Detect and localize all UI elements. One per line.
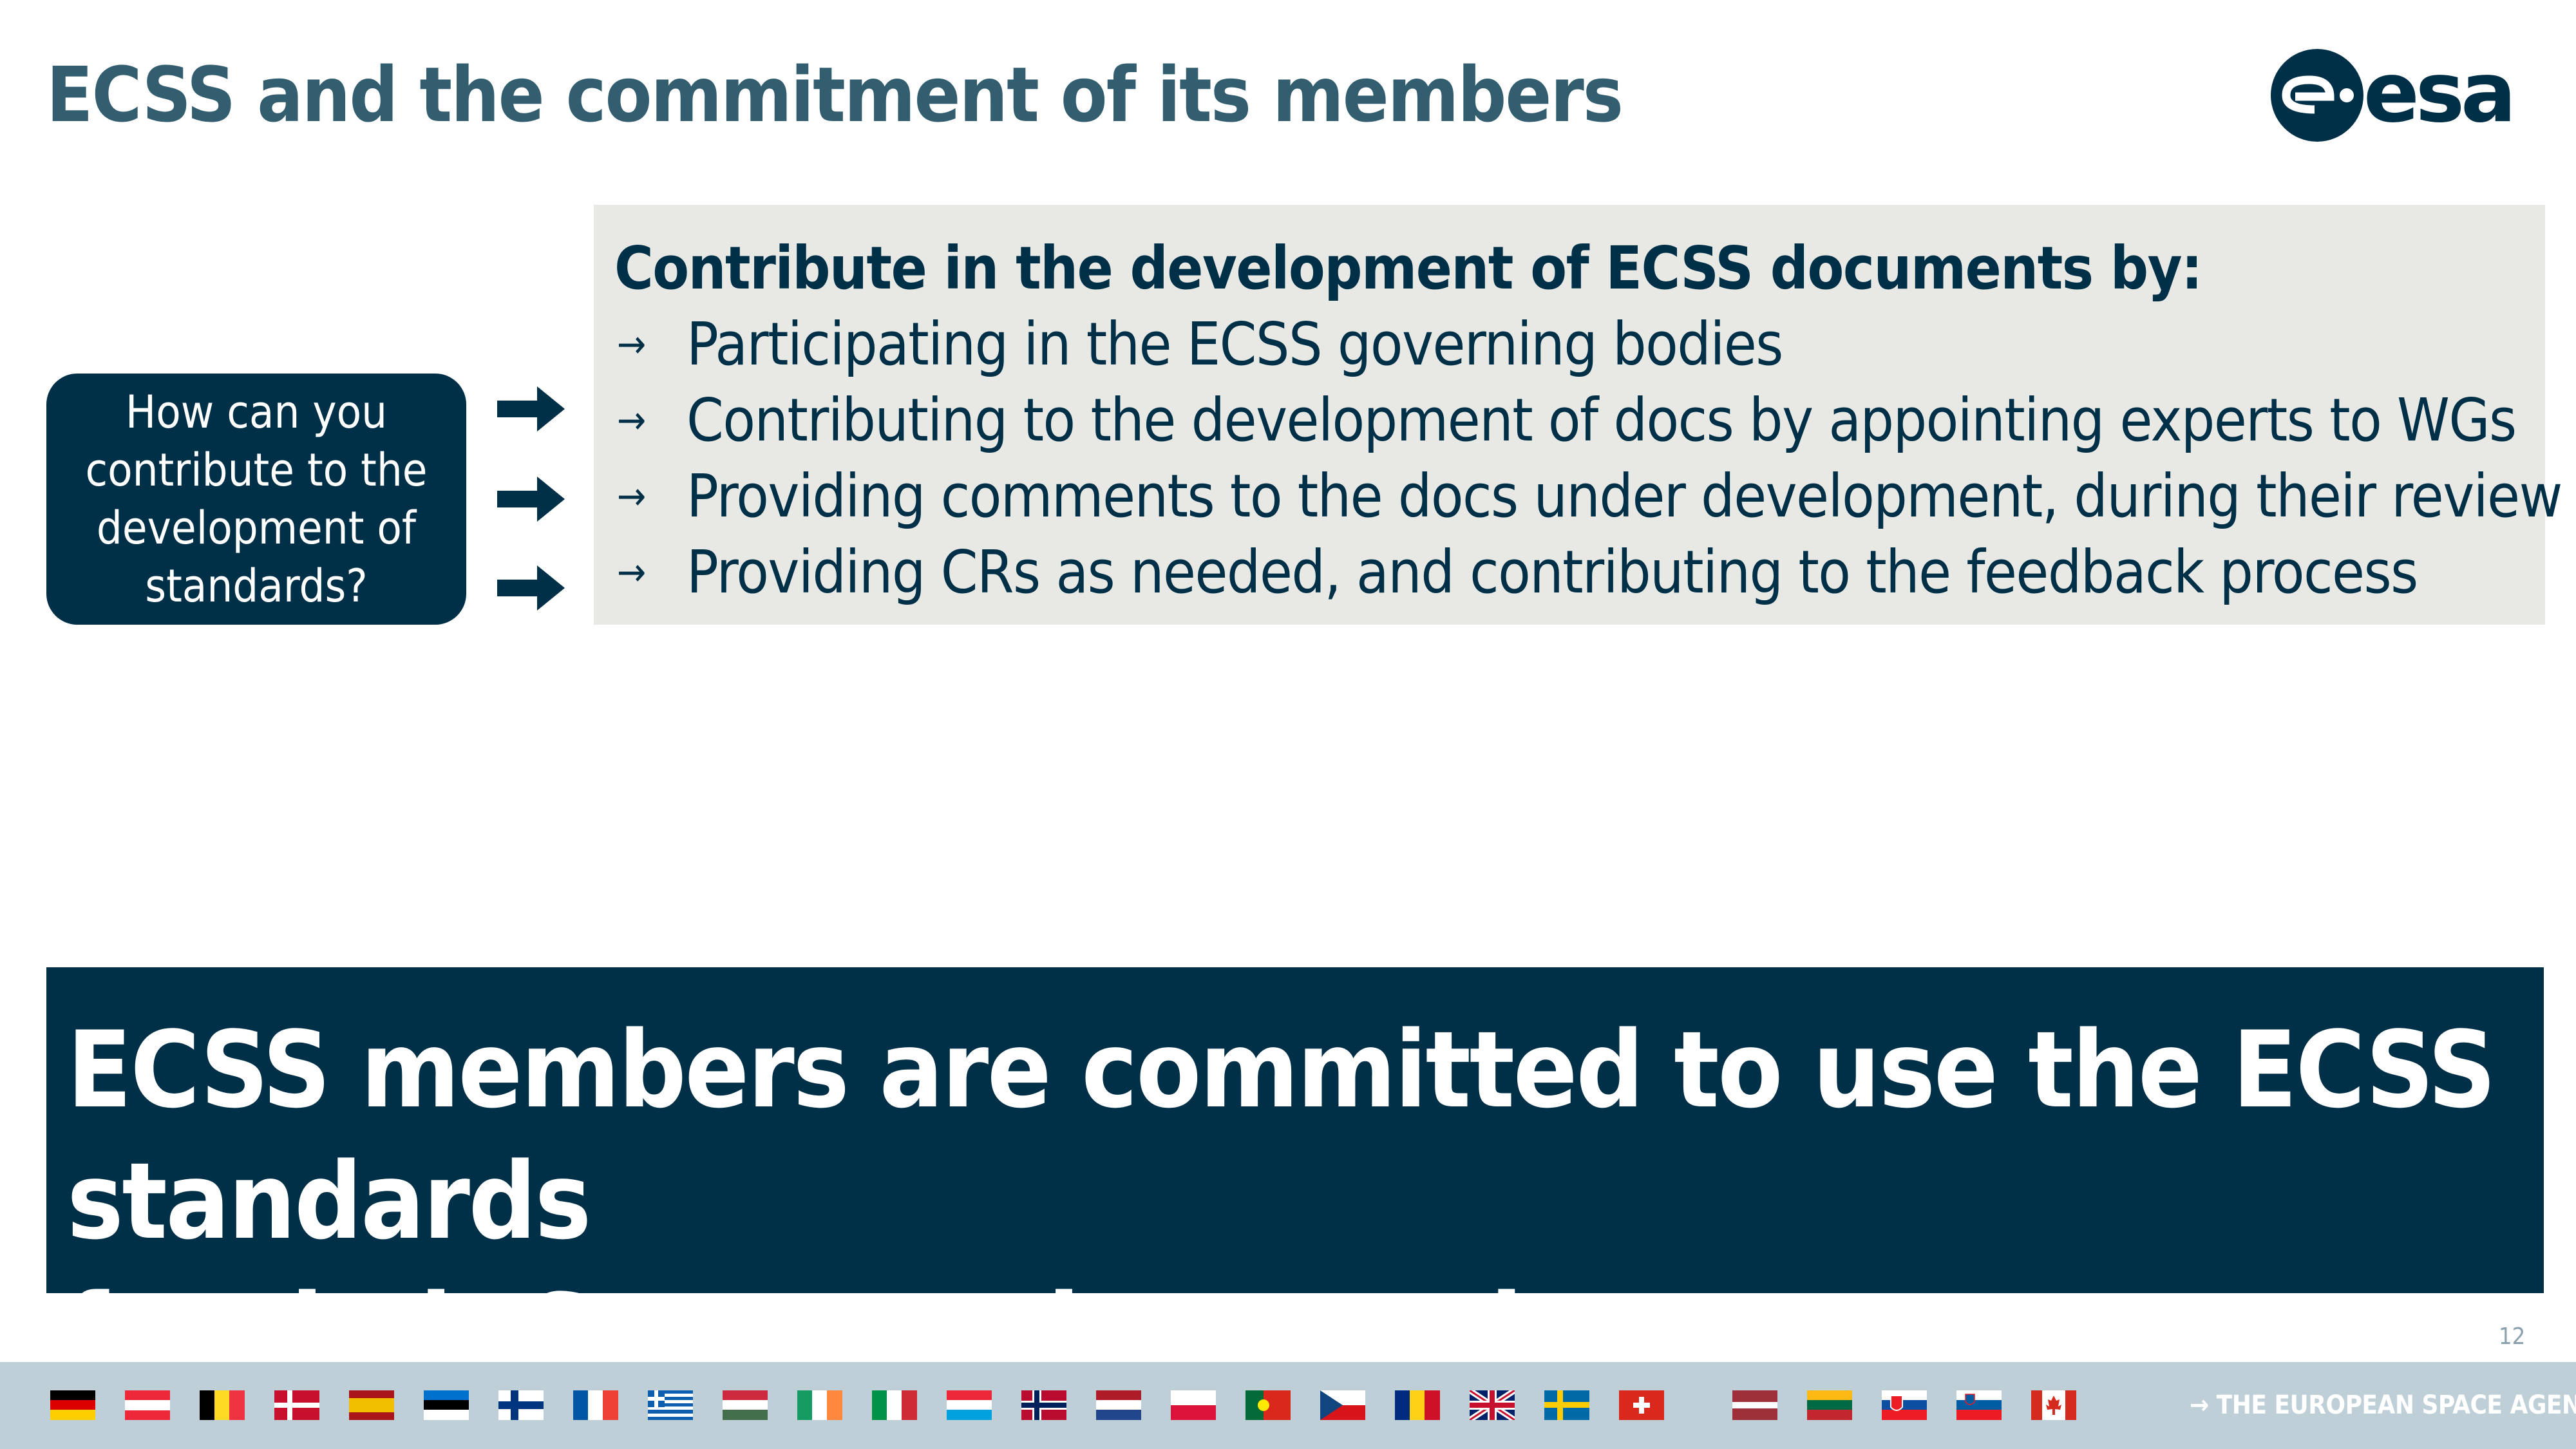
austria-flag-icon (125, 1390, 170, 1420)
switzerland-flag-icon (1619, 1390, 1664, 1420)
slovakia-flag-icon (1882, 1390, 1927, 1420)
bullet-arrow-icon: → (617, 398, 646, 443)
banner-line-1: ECSS members are committed to use the EC… (67, 1009, 2496, 1263)
spain-flag-icon (349, 1390, 394, 1420)
contribution-list: → Participating in the ECSS governing bod… (614, 307, 2562, 611)
lithuania-flag-icon (1807, 1390, 1852, 1420)
italy-flag-icon (872, 1390, 917, 1420)
ireland-flag-icon (797, 1390, 842, 1420)
portugal-flag-icon (1245, 1390, 1291, 1420)
agency-tagline: → THE EUROPEAN SPACE AGENCY (2190, 1390, 2576, 1420)
slovenia-flag-icon (1956, 1390, 2002, 1420)
sweden-flag-icon (1544, 1390, 1589, 1420)
esa-logo-text: esa (2363, 45, 2512, 141)
footer-bar: → THE EUROPEAN SPACE AGENCY (0, 1362, 2576, 1449)
contribution-panel: Contribute in the development of ECSS do… (594, 205, 2562, 625)
belgium-flag-icon (200, 1390, 245, 1420)
page-number: 12 (2499, 1323, 2526, 1350)
poland-flag-icon (1171, 1390, 1216, 1420)
question-text: How can you contribute to the developmen… (85, 386, 428, 612)
denmark-flag-icon (274, 1390, 319, 1420)
list-item: → Providing comments to the docs under de… (614, 459, 2562, 535)
bullet-arrow-icon: → (617, 474, 646, 519)
esa-logo: esa (2267, 45, 2531, 142)
estonia-flag-icon (424, 1390, 469, 1420)
netherlands-flag-icon (1096, 1390, 1141, 1420)
romania-flag-icon (1395, 1390, 1440, 1420)
list-item: → Contributing to the development of docs… (614, 383, 2545, 459)
list-item: → Participating in the ECSS governing bod… (614, 307, 2545, 383)
arrow-right-icon (497, 386, 565, 431)
panel-heading: Contribute in the development of ECSS do… (614, 234, 2202, 303)
france-flag-icon (573, 1390, 618, 1420)
slide-title: ECSS and the commitment of its members (46, 50, 1624, 139)
finland-flag-icon (498, 1390, 544, 1420)
list-item: → Providing CRs as needed, and contributi… (614, 535, 2545, 611)
germany-flag-icon (50, 1390, 95, 1420)
bullet-arrow-icon: → (617, 550, 646, 595)
greece-flag-icon (648, 1390, 693, 1420)
arrow-right-icon (497, 565, 565, 611)
norway-flag-icon (1021, 1390, 1066, 1420)
czechia-flag-icon (1320, 1390, 1365, 1420)
latvia-flag-icon (1732, 1390, 1777, 1420)
arrow-right-icon (497, 477, 565, 522)
hungary-flag-icon (723, 1390, 768, 1420)
canada-flag-icon (2031, 1390, 2076, 1420)
uk-flag-icon (1470, 1390, 1515, 1420)
commitment-banner: ECSS members are committed to use the EC… (46, 967, 2544, 1394)
bullet-arrow-icon: → (617, 322, 646, 367)
luxembourg-flag-icon (947, 1390, 992, 1420)
question-box: How can you contribute to the developmen… (46, 374, 466, 625)
